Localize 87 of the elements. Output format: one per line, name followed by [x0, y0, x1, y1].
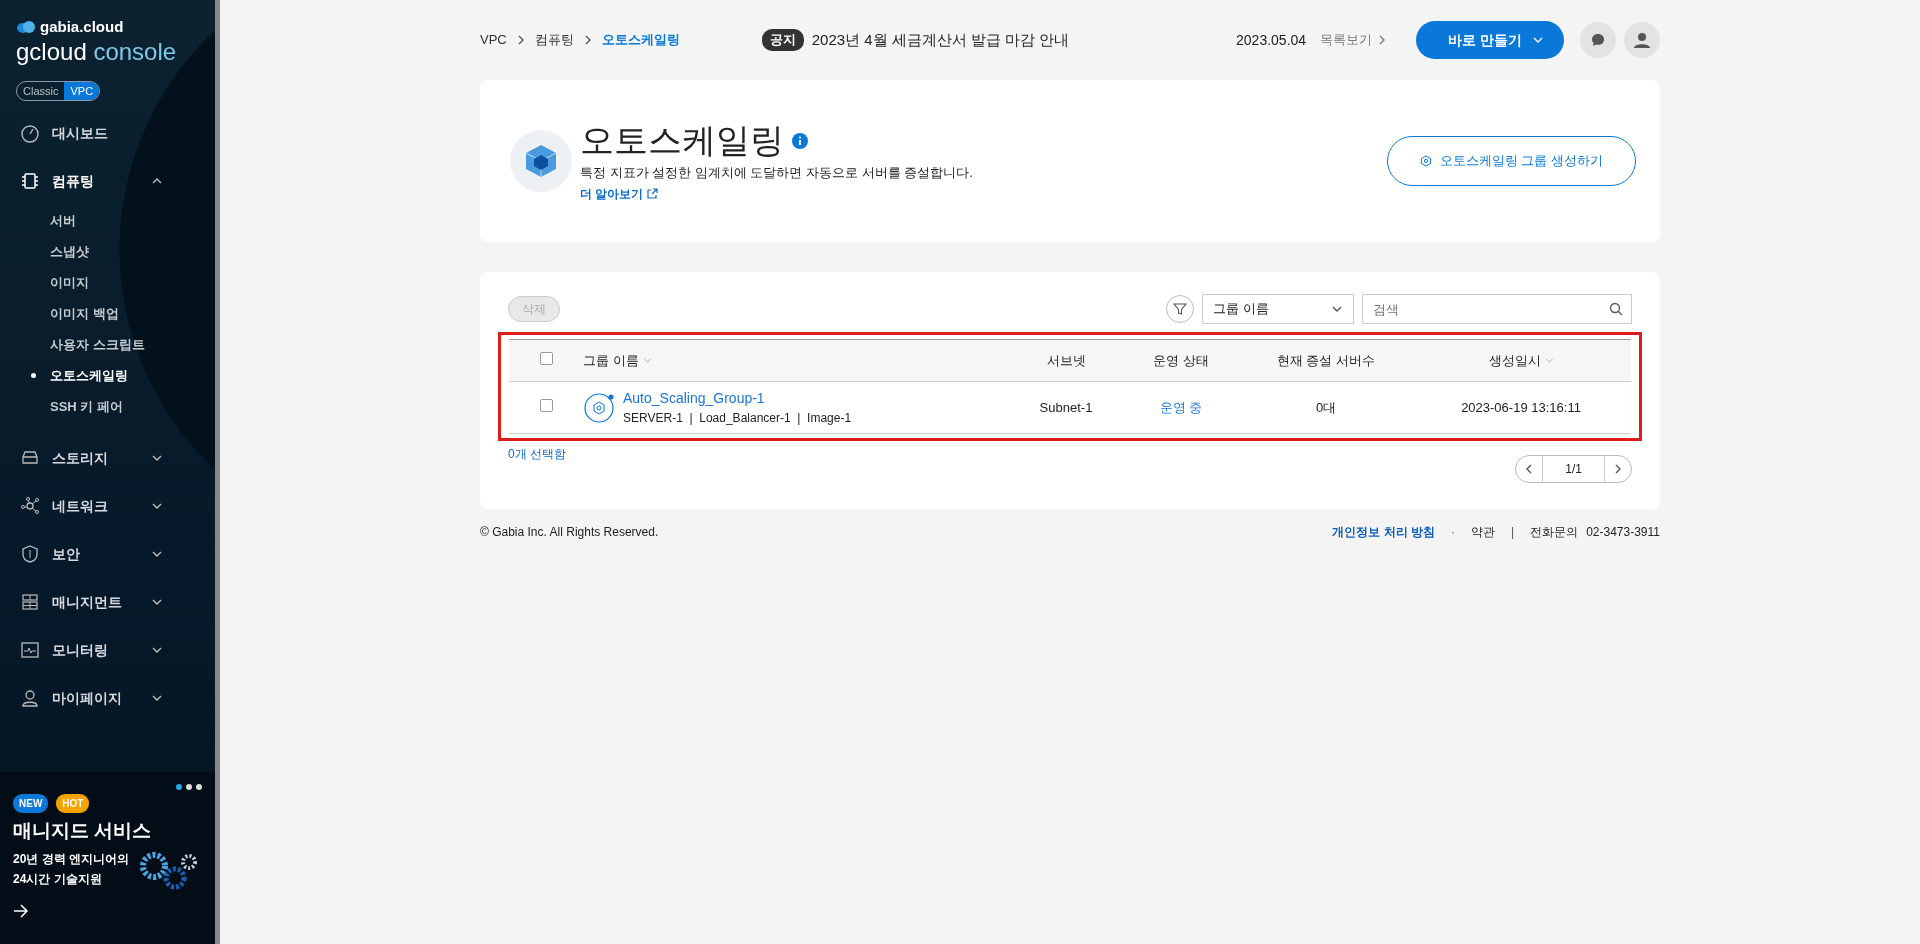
select-all-checkbox[interactable] — [539, 351, 553, 365]
profile-button[interactable] — [1624, 22, 1660, 58]
footer-text: 전화문의 — [1530, 524, 1579, 541]
speech-bubble-icon — [1590, 32, 1606, 48]
quick-create-button[interactable]: 바로 만들기 — [1416, 21, 1564, 59]
network-icon — [20, 496, 40, 517]
row-checkbox[interactable] — [539, 398, 553, 412]
sidebar-item[interactable]: 스토리지 — [0, 434, 215, 483]
sort-icon — [642, 356, 652, 365]
filter-icon — [1173, 302, 1187, 316]
sidebar-subitem[interactable]: 이미지 백업 — [0, 298, 215, 330]
carousel-dot[interactable] — [196, 784, 202, 790]
create-group-button[interactable]: 오토스케일링 그룹 생성하기 — [1386, 136, 1636, 186]
sidebar-item[interactable]: 컴퓨팅 — [0, 157, 215, 206]
shield-icon — [20, 544, 40, 565]
banner-title: 매니지드 서비스 — [13, 819, 153, 843]
sort-icon — [1544, 356, 1554, 365]
sidebar-subitem[interactable]: 스냅샷 — [0, 236, 215, 268]
sidebar-subitem[interactable]: 서버 — [0, 205, 215, 237]
status-cell-text: 운영 중 — [1158, 398, 1204, 417]
breadcrumb-link[interactable]: 오토스케일링 — [601, 30, 680, 50]
privacy-policy-link[interactable]: 개인정보 처리 방침 — [1332, 523, 1436, 541]
hexagon-gear-icon — [1419, 155, 1432, 167]
console-title: gcloud console — [16, 38, 178, 65]
active-dot — [31, 373, 36, 379]
sidebar-item[interactable]: 모니터링 — [0, 626, 215, 675]
breadcrumb-link[interactable]: 컴퓨팅 — [534, 30, 574, 50]
banner-badge: NEW — [13, 794, 49, 813]
server-count-cell-text: 0대 — [1314, 398, 1338, 417]
carousel-dot[interactable] — [176, 784, 182, 790]
group-details: SERVER-1 | Load_Balancer-1 | Image-1 — [623, 410, 852, 427]
list-link[interactable]: 목록보기 — [1320, 30, 1389, 50]
gears-drawing — [137, 849, 199, 890]
group-name-select[interactable]: 그룹 이름 — [1202, 294, 1354, 324]
carousel-dot[interactable] — [186, 784, 192, 790]
sidebar-item[interactable]: 네트워크 — [0, 482, 215, 531]
notice-link[interactable]: 2023년 4월 세금계산서 발급 마감 안내 — [811, 28, 1070, 52]
sidebar-subitem[interactable]: 사용자 스크립트 — [0, 329, 215, 361]
cloud-logo-icon — [16, 20, 36, 35]
chip-icon — [20, 171, 40, 192]
banner-text: 24시간 기술지원 — [13, 870, 103, 888]
selected-count: 0개 선택함 — [508, 446, 566, 463]
search-field[interactable]: 검색 — [1362, 294, 1632, 324]
search-icon — [1609, 302, 1623, 316]
sidebar-item[interactable]: 매니지먼트 — [0, 578, 215, 627]
sidebar-item[interactable]: 보안 — [0, 530, 215, 579]
pulse-monitor-icon — [20, 640, 40, 661]
created-at-cell-text: 2023-06-19 13:16:11 — [1460, 398, 1582, 417]
page-indicator: 1/1 — [1542, 456, 1605, 482]
banner-text: 20년 경력 엔지니어의 — [13, 851, 129, 869]
notice-badge: 공지 — [761, 29, 804, 51]
sidebar-subitem[interactable]: SSH 키 페어 — [0, 391, 215, 423]
page-description: 특정 지표가 설정한 임계치에 도달하면 자동으로 서버를 증설합니다. — [580, 164, 973, 183]
mode-toggle-option[interactable]: Classic — [17, 81, 65, 101]
column-header[interactable]: 생성일시 — [1488, 350, 1554, 371]
gauge-icon — [20, 123, 40, 144]
external-link-icon — [647, 188, 659, 200]
sidebar-item[interactable]: 대시보드 — [0, 109, 215, 158]
breadcrumb-link[interactable]: VPC — [480, 30, 507, 50]
sidebar-subitem[interactable]: 오토스케일링 — [0, 360, 215, 392]
column-header: 서브넷 — [1046, 351, 1086, 370]
info-icon — [792, 132, 808, 149]
sidebar-subitem[interactable]: 이미지 — [0, 267, 215, 299]
footer-text: 약관 — [1471, 524, 1496, 541]
separator-mark: · — [1451, 524, 1456, 541]
column-header: 현재 증설 서버수 — [1276, 351, 1376, 370]
mode-toggle-option[interactable]: VPC — [64, 81, 100, 101]
column-header: 운영 상태 — [1153, 351, 1209, 370]
user-icon — [1633, 31, 1651, 49]
banner-badge: HOT — [56, 794, 90, 813]
column-header[interactable]: 그룹 이름 — [583, 350, 652, 371]
phone-number: 02-3473-3911 — [1586, 524, 1660, 541]
brand-name: gabia.cloud — [40, 17, 124, 37]
server-rack-icon — [20, 592, 40, 613]
sidebar-item[interactable]: 마이페이지 — [0, 674, 215, 723]
user-icon — [20, 688, 40, 709]
notice-date: 2023.05.04 — [1236, 30, 1307, 50]
copyright-text: © Gabia Inc. All Rights Reserved. — [480, 524, 659, 541]
learn-more-link[interactable]: 더 알아보기 — [580, 184, 659, 203]
group-name-link[interactable]: Auto_Scaling_Group-1 — [623, 388, 852, 409]
chat-button[interactable] — [1580, 22, 1616, 58]
filter-button[interactable] — [1166, 295, 1194, 323]
separator-mark: | — [1511, 524, 1515, 541]
hexagon-gear-icon — [583, 391, 615, 424]
page-title: 오토스케일링 — [580, 122, 784, 160]
subnet-cell-text: Subnet-1 — [1038, 398, 1094, 417]
arrow-right-icon[interactable] — [13, 903, 29, 918]
